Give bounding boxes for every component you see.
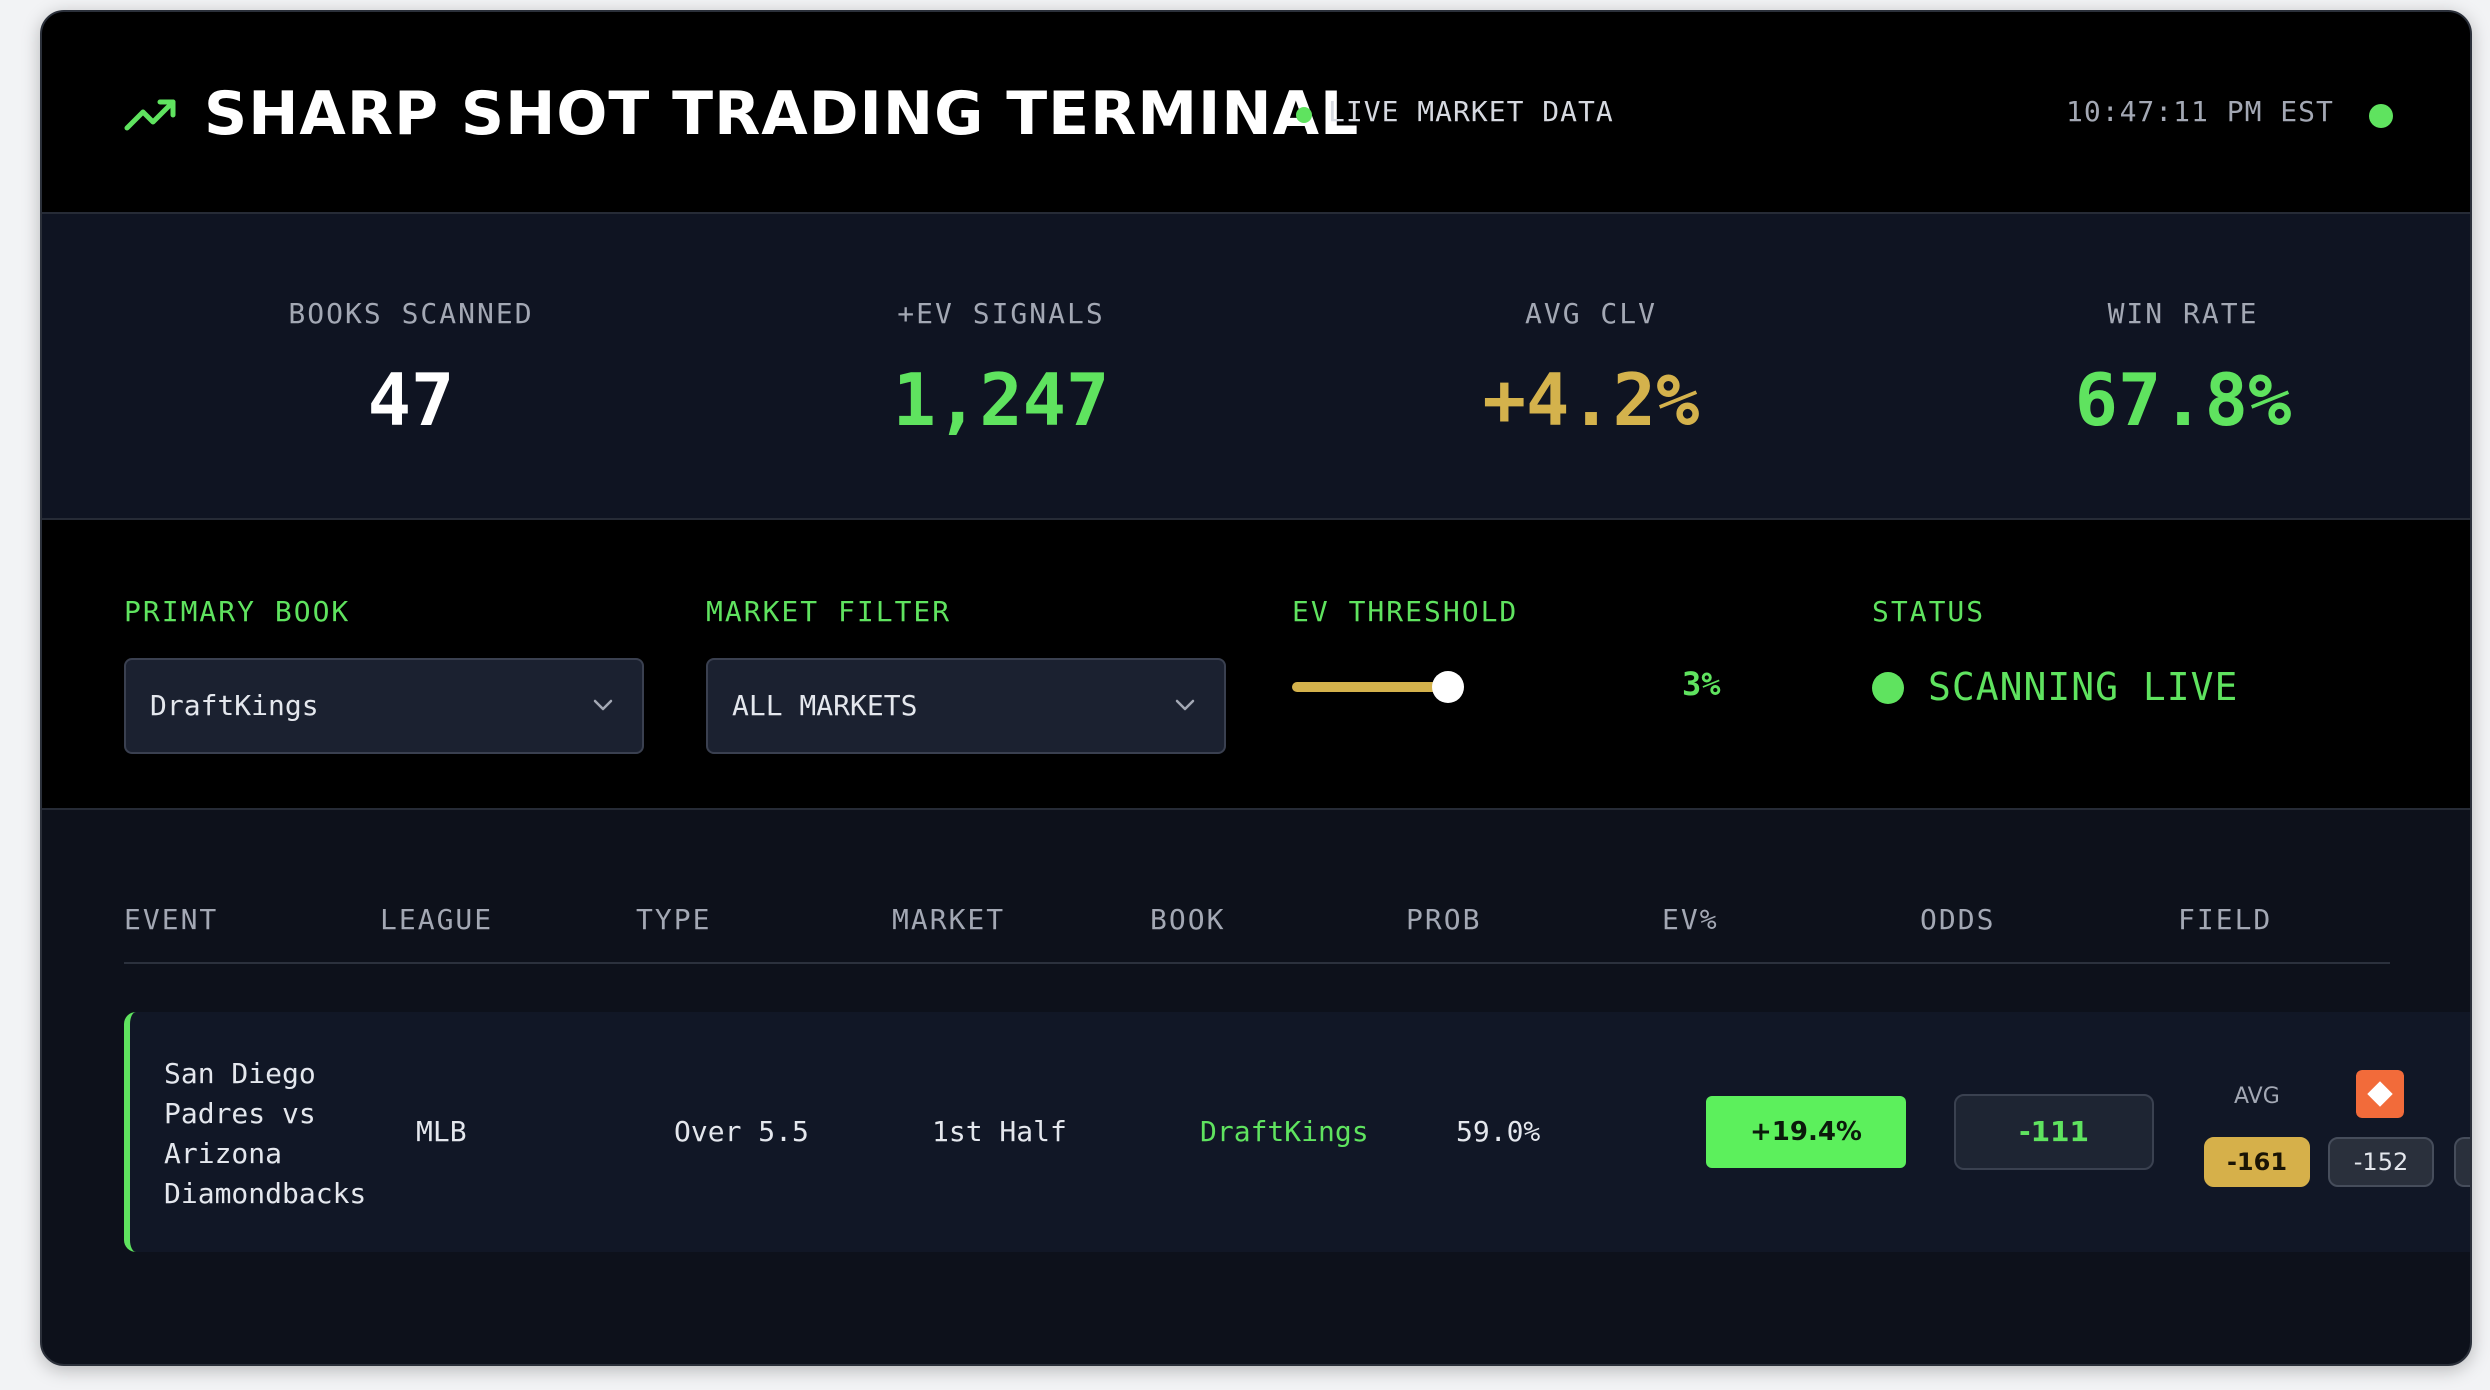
status-value: SCANNING LIVE: [1928, 665, 2239, 709]
field-avg-label: AVG: [2234, 1084, 2280, 1109]
primary-book-select[interactable]: DraftKings: [124, 658, 644, 754]
clock: 10:47:11 PM EST: [2066, 95, 2334, 128]
live-market-label: LIVE MARKET DATA: [1328, 95, 1614, 128]
stat-label: +EV SIGNALS: [897, 297, 1105, 330]
ev-badge: +19.4%: [1706, 1096, 1906, 1168]
live-indicator-dot: [1296, 107, 1312, 123]
stat-label: WIN RATE: [2107, 297, 2259, 330]
odds-button[interactable]: -111: [1954, 1094, 2154, 1170]
controls-panel: PRIMARY BOOK DraftKings MARKET FILTER AL…: [42, 520, 2470, 810]
stat-value: 67.8%: [2074, 358, 2292, 442]
connection-status-dot: [2369, 104, 2393, 128]
market-filter-label: MARKET FILTER: [706, 595, 952, 628]
primary-book-label: PRIMARY BOOK: [124, 595, 351, 628]
signals-table: EVENT LEAGUE TYPE MARKET BOOK PROB EV% O…: [42, 810, 2470, 1364]
table-row[interactable]: San Diego Padres vs Arizona Diamondbacks…: [124, 1012, 2470, 1252]
column-header-ev[interactable]: EV%: [1662, 906, 1719, 934]
orange-diamond-book-icon: [2356, 1070, 2404, 1118]
market-filter-select[interactable]: ALL MARKETS: [706, 658, 1226, 754]
field-book-odds[interactable]: -152: [2328, 1137, 2434, 1187]
market-filter-value: ALL MARKETS: [732, 689, 918, 722]
stat-label: BOOKS SCANNED: [288, 297, 534, 330]
header-bar: SHARP SHOT TRADING TERMINAL LIVE MARKET …: [42, 12, 2470, 214]
column-header-book[interactable]: BOOK: [1150, 906, 1225, 934]
status-dot: [1872, 672, 1904, 704]
column-header-prob[interactable]: PROB: [1406, 906, 1481, 934]
column-header-type[interactable]: TYPE: [636, 906, 711, 934]
prob-cell: 59.0%: [1456, 1115, 1541, 1148]
stat-value: +4.2%: [1482, 358, 1700, 442]
trending-up-icon: [124, 99, 176, 131]
column-header-event[interactable]: EVENT: [124, 906, 218, 934]
field-book-odds[interactable]: -17: [2454, 1137, 2470, 1187]
header-divider: [124, 962, 2390, 964]
ev-threshold-value: 3%: [1682, 665, 1721, 703]
stat-value: 47: [367, 358, 455, 442]
column-header-field[interactable]: FIELD: [2178, 906, 2272, 934]
field-avg-odds: -161: [2204, 1137, 2310, 1187]
type-cell: Over 5.5: [674, 1115, 809, 1148]
book-cell: DraftKings: [1200, 1115, 1369, 1148]
column-header-league[interactable]: LEAGUE: [380, 906, 493, 934]
ev-threshold-label: EV THRESHOLD: [1292, 595, 1519, 628]
column-header-market[interactable]: MARKET: [892, 906, 1005, 934]
event-name: San Diego Padres vs Arizona Diamondbacks: [164, 1057, 367, 1210]
ev-threshold-slider-thumb[interactable]: [1432, 671, 1464, 703]
chevron-down-icon: [593, 699, 613, 711]
status-label: STATUS: [1872, 595, 1986, 628]
column-header-odds[interactable]: ODDS: [1920, 906, 1995, 934]
ev-threshold-slider-track[interactable]: [1292, 682, 1452, 692]
app-title: SHARP SHOT TRADING TERMINAL: [204, 79, 1360, 149]
primary-book-value: DraftKings: [150, 689, 319, 722]
stat-value: 1,247: [892, 358, 1110, 442]
terminal-window: SHARP SHOT TRADING TERMINAL LIVE MARKET …: [40, 10, 2472, 1366]
league-cell: MLB: [416, 1115, 467, 1148]
chevron-down-icon: [1175, 699, 1195, 711]
stats-panel: BOOKS SCANNED 47 +EV SIGNALS 1,247 AVG C…: [42, 214, 2470, 520]
stat-label: AVG CLV: [1524, 297, 1657, 330]
market-cell: 1st Half: [932, 1115, 1067, 1148]
